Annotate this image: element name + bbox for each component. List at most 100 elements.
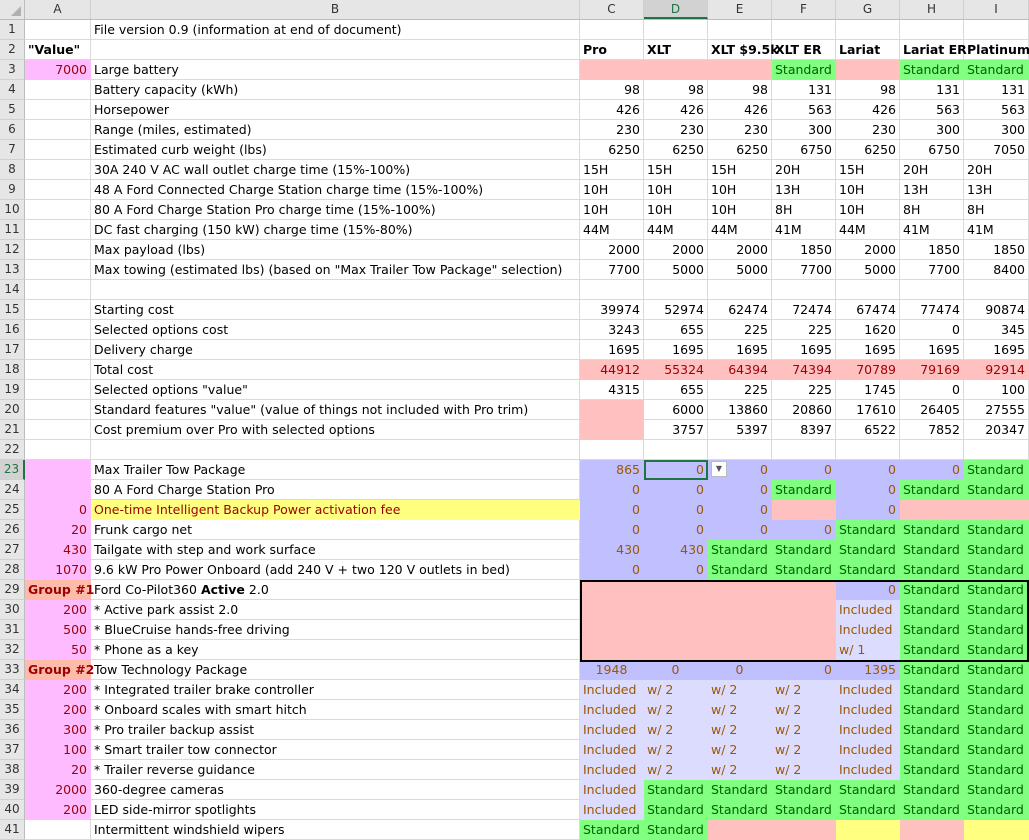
cell-f15[interactable]: 72474 — [772, 300, 836, 320]
cell-d14[interactable] — [644, 280, 708, 300]
cell-d16[interactable]: 655 — [644, 320, 708, 340]
cell-e27[interactable]: Standard — [708, 540, 772, 560]
row-header[interactable]: 9 — [0, 180, 25, 200]
cell-i16[interactable]: 345 — [964, 320, 1029, 340]
cell-b24[interactable]: 80 A Ford Charge Station Pro — [91, 480, 580, 500]
row-header[interactable]: 31 — [0, 620, 25, 640]
cell-c29[interactable] — [580, 580, 644, 600]
cell-f39[interactable]: Standard — [772, 780, 836, 800]
cell-e33[interactable]: 0 — [708, 660, 772, 680]
cell-i33[interactable]: Standard — [964, 660, 1029, 680]
cell-g19[interactable]: 1745 — [836, 380, 900, 400]
cell-h24[interactable]: Standard — [900, 480, 964, 500]
cell-g3[interactable] — [836, 60, 900, 80]
cell-h33[interactable]: Standard — [900, 660, 964, 680]
cell-g4[interactable]: 98 — [836, 80, 900, 100]
cell-e14[interactable] — [708, 280, 772, 300]
cell-i14[interactable] — [964, 280, 1029, 300]
cell-c28[interactable]: 0 — [580, 560, 644, 580]
cell-d3[interactable] — [644, 60, 708, 80]
cell-e16[interactable]: 225 — [708, 320, 772, 340]
cell-f1[interactable] — [772, 20, 836, 40]
cell-g20[interactable]: 17610 — [836, 400, 900, 420]
cell-d10[interactable]: 10H — [644, 200, 708, 220]
cell-a8[interactable] — [25, 160, 91, 180]
row-header[interactable]: 30 — [0, 600, 25, 620]
cell-h6[interactable]: 300 — [900, 120, 964, 140]
cell-c3[interactable] — [580, 60, 644, 80]
cell-i35[interactable]: Standard — [964, 700, 1029, 720]
cell-d15[interactable]: 52974 — [644, 300, 708, 320]
cell-b15[interactable]: Starting cost — [91, 300, 580, 320]
cell-e38[interactable]: w/ 2 — [708, 760, 772, 780]
cell-h21[interactable]: 7852 — [900, 420, 964, 440]
cell-g28[interactable]: Standard — [836, 560, 900, 580]
cell-g22[interactable] — [836, 440, 900, 460]
cell-e31[interactable] — [708, 620, 772, 640]
cell-i25[interactable] — [964, 500, 1029, 520]
cell-i41[interactable] — [964, 820, 1029, 840]
cell-f27[interactable]: Standard — [772, 540, 836, 560]
cell-c30[interactable] — [580, 600, 644, 620]
cell-h28[interactable]: Standard — [900, 560, 964, 580]
cell-d21[interactable]: 3757 — [644, 420, 708, 440]
cell-i32[interactable]: Standard — [964, 640, 1029, 660]
cell-g14[interactable] — [836, 280, 900, 300]
row-header[interactable]: 6 — [0, 120, 25, 140]
cell-c2[interactable]: Pro — [580, 40, 644, 60]
cell-g1[interactable] — [836, 20, 900, 40]
row-header[interactable]: 33 — [0, 660, 25, 680]
cell-i15[interactable]: 90874 — [964, 300, 1029, 320]
cell-a23[interactable] — [25, 460, 91, 480]
cell-e10[interactable]: 10H — [708, 200, 772, 220]
row-header[interactable]: 26 — [0, 520, 25, 540]
cell-g6[interactable]: 230 — [836, 120, 900, 140]
cell-g12[interactable]: 2000 — [836, 240, 900, 260]
cell-g30[interactable]: Included — [836, 600, 900, 620]
cell-b36[interactable]: * Pro trailer backup assist — [91, 720, 580, 740]
cell-d37[interactable]: w/ 2 — [644, 740, 708, 760]
column-header-f[interactable]: F — [772, 0, 836, 19]
cell-c37[interactable]: Included — [580, 740, 644, 760]
cell-b20[interactable]: Standard features "value" (value of thin… — [91, 400, 580, 420]
cell-e22[interactable] — [708, 440, 772, 460]
cell-b9[interactable]: 48 A Ford Connected Charge Station charg… — [91, 180, 580, 200]
cell-e8[interactable]: 15H — [708, 160, 772, 180]
cell-e15[interactable]: 62474 — [708, 300, 772, 320]
cell-c15[interactable]: 39974 — [580, 300, 644, 320]
cell-e35[interactable]: w/ 2 — [708, 700, 772, 720]
cell-h30[interactable]: Standard — [900, 600, 964, 620]
cell-c17[interactable]: 1695 — [580, 340, 644, 360]
cell-d34[interactable]: w/ 2 — [644, 680, 708, 700]
cell-h26[interactable]: Standard — [900, 520, 964, 540]
cell-i11[interactable]: 41M — [964, 220, 1029, 240]
column-header-h[interactable]: H — [900, 0, 964, 19]
cell-h8[interactable]: 20H — [900, 160, 964, 180]
cell-b40[interactable]: LED side-mirror spotlights — [91, 800, 580, 820]
cell-g26[interactable]: Standard — [836, 520, 900, 540]
cell-b26[interactable]: Frunk cargo net — [91, 520, 580, 540]
cell-a29[interactable]: Group #1 — [25, 580, 94, 600]
cell-i24[interactable]: Standard — [964, 480, 1029, 500]
cell-g15[interactable]: 67474 — [836, 300, 900, 320]
cell-c23[interactable]: 865 — [580, 460, 644, 480]
cell-a9[interactable] — [25, 180, 91, 200]
cell-i36[interactable]: Standard — [964, 720, 1029, 740]
cell-d11[interactable]: 44M — [644, 220, 708, 240]
cell-e34[interactable]: w/ 2 — [708, 680, 772, 700]
cell-a33[interactable]: Group #2 — [25, 660, 94, 680]
cell-f28[interactable]: Standard — [772, 560, 836, 580]
cell-b23[interactable]: Max Trailer Tow Package — [91, 460, 580, 480]
column-header-b[interactable]: B — [91, 0, 580, 19]
cell-e12[interactable]: 2000 — [708, 240, 772, 260]
cell-i31[interactable]: Standard — [964, 620, 1029, 640]
column-header-c[interactable]: C — [580, 0, 644, 19]
cell-a7[interactable] — [25, 140, 91, 160]
cell-e40[interactable]: Standard — [708, 800, 772, 820]
cell-a32[interactable]: 50 — [25, 640, 91, 660]
cell-e37[interactable]: w/ 2 — [708, 740, 772, 760]
cell-i39[interactable]: Standard — [964, 780, 1029, 800]
cell-b31[interactable]: * BlueCruise hands-free driving — [91, 620, 580, 640]
cell-e28[interactable]: Standard — [708, 560, 772, 580]
cell-b27[interactable]: Tailgate with step and work surface — [91, 540, 580, 560]
